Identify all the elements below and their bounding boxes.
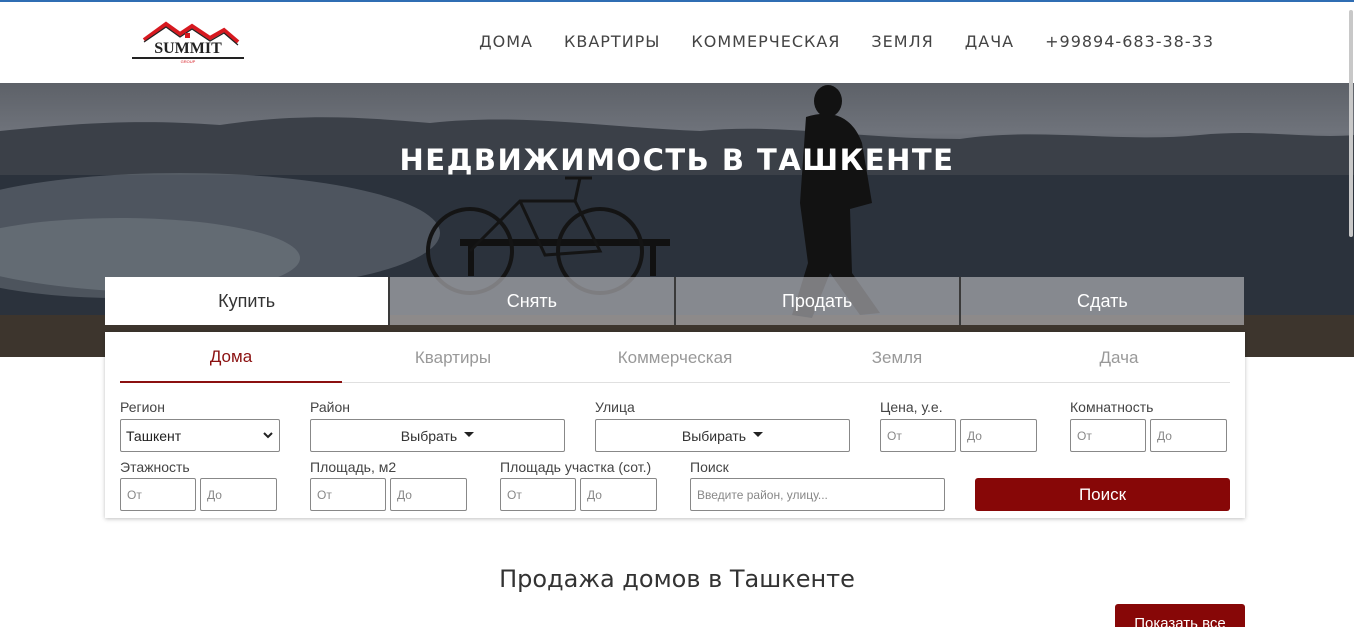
logo-subtext: GROUP xyxy=(181,59,196,64)
street-label: Улица xyxy=(595,399,635,415)
nav-item-dacha[interactable]: ДАЧА xyxy=(965,32,1014,51)
tab-commercial[interactable]: Коммерческая xyxy=(564,332,786,383)
tab-rent[interactable]: Снять xyxy=(388,277,674,325)
tab-buy[interactable]: Купить xyxy=(105,277,389,325)
floors-to-input[interactable]: До xyxy=(200,478,277,511)
price-to-placeholder: До xyxy=(967,428,982,443)
nav-item-commercial[interactable]: КОММЕРЧЕСКАЯ xyxy=(691,32,840,51)
price-label: Цена, у.е. xyxy=(880,399,943,415)
show-all-label: Показать все xyxy=(1134,615,1226,627)
show-all-button[interactable]: Показать все xyxy=(1115,604,1245,627)
region-label: Регион xyxy=(120,399,165,415)
search-placeholder: Введите район, улицу... xyxy=(697,487,828,502)
plot-from-placeholder: От xyxy=(507,487,522,502)
deal-tabs: Купить Снять Продать Сдать xyxy=(105,277,1244,325)
rooms-from-placeholder: От xyxy=(1077,428,1092,443)
rooms-label: Комнатность xyxy=(1070,399,1154,415)
chevron-down-icon xyxy=(263,432,273,439)
search-label: Поиск xyxy=(690,459,729,475)
plot-from-input[interactable]: От xyxy=(500,478,576,511)
floors-label: Этажность xyxy=(120,459,190,475)
price-from-input[interactable]: От xyxy=(880,419,956,452)
caret-down-icon xyxy=(464,432,475,437)
district-dropdown[interactable]: Выбрать xyxy=(310,419,565,452)
section-title: Продажа домов в Ташкенте xyxy=(499,565,855,593)
logo-text: SUMMIT xyxy=(154,40,222,57)
price-to-input[interactable]: До xyxy=(960,419,1037,452)
district-label: Район xyxy=(310,399,350,415)
nav-item-houses[interactable]: ДОМА xyxy=(479,32,533,51)
hero-title: НЕДВИЖИМОСТЬ В ТАШКЕНТЕ xyxy=(399,143,955,177)
tab-dacha[interactable]: Дача xyxy=(1008,332,1230,383)
floors-from-input[interactable]: От xyxy=(120,478,196,511)
area-from-placeholder: От xyxy=(317,487,332,502)
tab-apartments[interactable]: Квартиры xyxy=(342,332,564,383)
nav-phone[interactable]: +99894-683-38-33 xyxy=(1045,32,1214,51)
site-header: SUMMIT GROUP ДОМА КВАРТИРЫ КОММЕРЧЕСКАЯ … xyxy=(0,2,1354,83)
main-nav: ДОМА КВАРТИРЫ КОММЕРЧЕСКАЯ ЗЕМЛЯ ДАЧА +9… xyxy=(448,32,1214,51)
area-label: Площадь, м2 xyxy=(310,459,397,475)
nav-item-apartments[interactable]: КВАРТИРЫ xyxy=(564,32,660,51)
search-button[interactable]: Поиск xyxy=(975,478,1230,511)
plot-to-input[interactable]: До xyxy=(580,478,657,511)
area-to-input[interactable]: До xyxy=(390,478,467,511)
page-scrollbar[interactable] xyxy=(1349,10,1353,237)
rooms-to-input[interactable]: До xyxy=(1150,419,1227,452)
tab-lease-out[interactable]: Сдать xyxy=(958,277,1244,325)
region-value: Ташкент xyxy=(126,427,182,444)
floors-to-placeholder: До xyxy=(207,487,222,502)
search-button-label: Поиск xyxy=(1078,484,1127,504)
plot-label: Площадь участка (сот.) xyxy=(500,459,652,475)
area-to-placeholder: До xyxy=(397,487,412,502)
tab-houses[interactable]: Дома xyxy=(120,332,342,383)
nav-item-land[interactable]: ЗЕМЛЯ xyxy=(871,32,933,51)
rooms-to-placeholder: До xyxy=(1157,428,1172,443)
search-panel: Дома Квартиры Коммерческая Земля Дача Ре… xyxy=(105,332,1245,518)
floors-from-placeholder: От xyxy=(127,487,142,502)
region-select[interactable]: Ташкент xyxy=(120,419,280,452)
price-from-placeholder: От xyxy=(887,428,902,443)
plot-to-placeholder: До xyxy=(587,487,602,502)
tab-sell[interactable]: Продать xyxy=(673,277,959,325)
summit-logo[interactable]: SUMMIT GROUP xyxy=(130,20,246,64)
street-value: Выбирать xyxy=(681,427,747,444)
caret-down-icon xyxy=(753,432,764,437)
property-type-tabs: Дома Квартиры Коммерческая Земля Дача xyxy=(120,332,1230,383)
street-dropdown[interactable]: Выбирать xyxy=(595,419,850,452)
rooms-from-input[interactable]: От xyxy=(1070,419,1146,452)
tab-land[interactable]: Земля xyxy=(786,332,1008,383)
search-input[interactable]: Введите район, улицу... xyxy=(690,478,945,511)
area-from-input[interactable]: От xyxy=(310,478,386,511)
district-value: Выбрать xyxy=(400,427,458,444)
